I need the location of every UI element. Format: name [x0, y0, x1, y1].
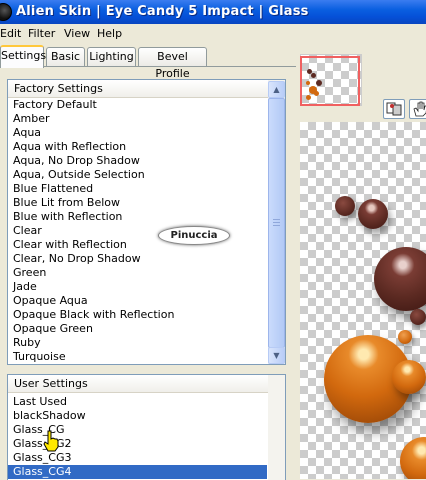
menu-filter[interactable]: Filter: [28, 27, 55, 40]
tab-strip: Settings Basic Lighting Bevel Profile: [0, 45, 300, 80]
tab-panel-border: [0, 66, 296, 67]
scroll-down-arrow-icon[interactable]: ▼: [268, 347, 285, 364]
factory-setting-item[interactable]: Aqua, Outside Selection: [8, 168, 267, 182]
factory-settings-list[interactable]: Factory Settings Factory Default Amber Aqu…: [7, 79, 286, 365]
menu-help[interactable]: Help: [97, 27, 122, 40]
factory-setting-item[interactable]: Aqua with Reflection: [8, 140, 267, 154]
tab-lighting[interactable]: Lighting: [87, 47, 136, 66]
tab-settings[interactable]: Settings: [0, 45, 46, 68]
alien-skin-icon[interactable]: [0, 3, 12, 21]
factory-settings-items: Factory Default Amber Aqua Aqua with Reflec…: [8, 98, 267, 364]
window-title: Alien Skin | Eye Candy 5 Impact | Glass: [16, 4, 309, 19]
factory-setting-item[interactable]: Blue Lit from Below: [8, 196, 267, 210]
compare-icon[interactable]: [383, 99, 405, 119]
effect-preview-canvas[interactable]: [300, 122, 426, 479]
title-bar[interactable]: Alien Skin | Eye Candy 5 Impact | Glass: [0, 0, 426, 24]
menu-edit[interactable]: Edit: [0, 27, 21, 40]
factory-setting-item[interactable]: Ruby: [8, 336, 267, 350]
factory-setting-item[interactable]: Clear with Reflection: [8, 238, 267, 252]
user-scrollbar[interactable]: [268, 375, 285, 480]
factory-settings-header: Factory Settings: [8, 80, 285, 98]
user-setting-item[interactable]: blackShadow: [8, 409, 267, 423]
user-settings-header: User Settings: [8, 375, 285, 393]
hand-tool-icon[interactable]: [409, 99, 426, 119]
preview-viewport-frame[interactable]: [300, 56, 360, 106]
tab-basic[interactable]: Basic: [46, 47, 85, 66]
factory-setting-item[interactable]: Clear, No Drop Shadow: [8, 252, 267, 266]
hand-pointer-icon: [43, 430, 59, 452]
watermark: Pinuccia: [158, 226, 230, 245]
factory-setting-item[interactable]: Green: [8, 266, 267, 280]
factory-setting-item[interactable]: Opaque Aqua: [8, 294, 267, 308]
factory-setting-item[interactable]: Turquoise: [8, 350, 267, 364]
menu-bar: Edit Filter View Help: [0, 24, 426, 43]
factory-setting-item[interactable]: Amber: [8, 112, 267, 126]
menu-view[interactable]: View: [64, 27, 90, 40]
factory-setting-item[interactable]: Blue Flattened: [8, 182, 267, 196]
factory-setting-item[interactable]: Blue with Reflection: [8, 210, 267, 224]
factory-setting-item[interactable]: Opaque Green: [8, 322, 267, 336]
factory-setting-item[interactable]: Aqua: [8, 126, 267, 140]
factory-scrollbar[interactable]: ▲ ▼: [268, 80, 285, 364]
factory-setting-item[interactable]: Factory Default: [8, 98, 267, 112]
factory-setting-item[interactable]: Aqua, No Drop Shadow: [8, 154, 267, 168]
scroll-thumb[interactable]: [268, 98, 285, 348]
factory-setting-item[interactable]: Opaque Black with Reflection: [8, 308, 267, 322]
user-setting-item[interactable]: Glass_CG3: [8, 451, 267, 465]
scroll-up-arrow-icon[interactable]: ▲: [268, 81, 285, 98]
factory-setting-item[interactable]: Jade: [8, 280, 267, 294]
user-settings-list[interactable]: User Settings Last Used blackShadow Glass_…: [7, 374, 286, 480]
tab-bevel-profile[interactable]: Bevel Profile: [138, 47, 207, 80]
user-setting-item[interactable]: Glass_CG4: [8, 465, 267, 479]
user-setting-item[interactable]: Last Used: [8, 395, 267, 409]
